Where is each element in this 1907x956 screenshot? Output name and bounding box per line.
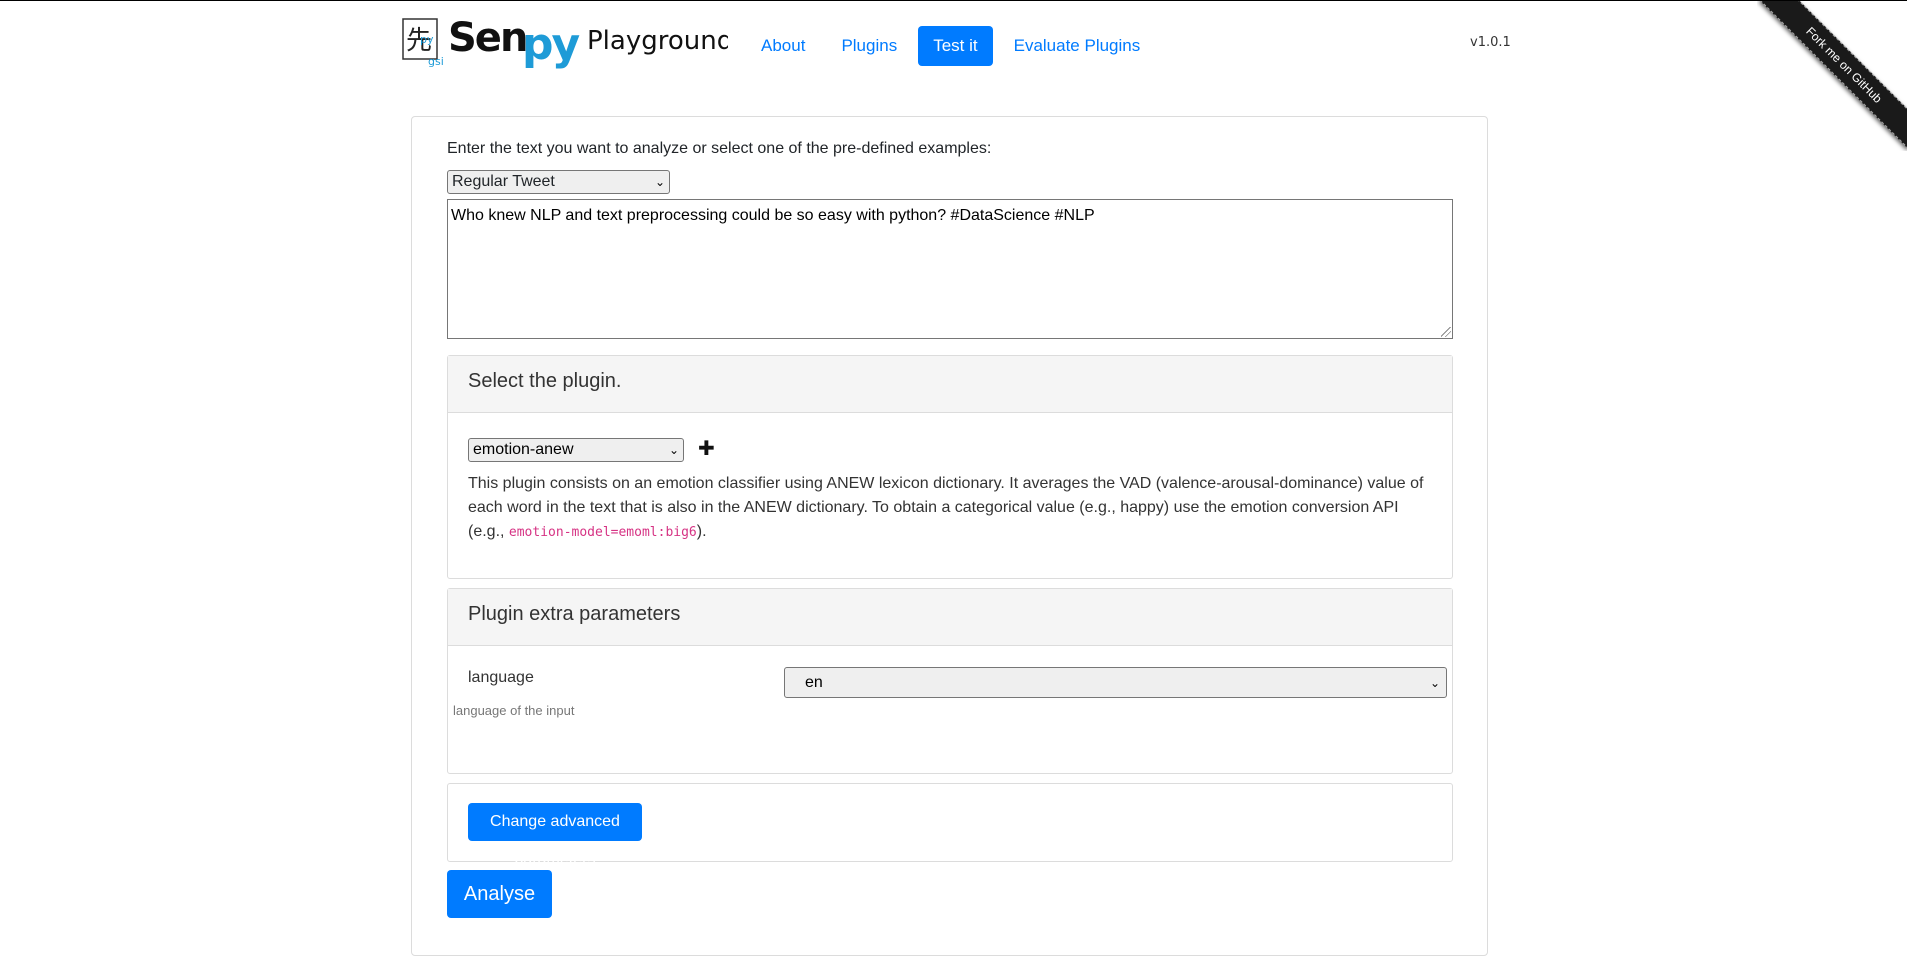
- nav-evaluate-plugins[interactable]: Evaluate Plugins: [999, 26, 1156, 66]
- plugin-panel: Select the plugin. emotion-anew ⌄ ✚ This…: [447, 355, 1453, 579]
- github-ribbon[interactable]: Fork me on GitHub: [1759, 1, 1907, 150]
- language-select[interactable]: en ⌄: [784, 667, 1447, 698]
- main-nav: About Plugins Test it Evaluate Plugins: [746, 26, 1155, 66]
- resize-grip-icon[interactable]: [1441, 327, 1451, 337]
- chevron-down-icon: ⌄: [1429, 675, 1440, 690]
- example-select[interactable]: Regular Tweet ⌄: [447, 170, 670, 194]
- plugin-description-code: emotion-model=emoml:big6: [508, 525, 697, 540]
- nav-test-it[interactable]: Test it: [918, 26, 993, 66]
- plugin-select-value: emotion-anew: [473, 441, 574, 458]
- senpy-logo[interactable]: 先 py gsi Sen py Playground: [402, 15, 733, 71]
- params-panel-heading: Plugin extra parameters: [448, 589, 1452, 646]
- plugin-description: This plugin consists on an emotion class…: [468, 472, 1438, 545]
- text-input-value: Who knew NLP and text preprocessing coul…: [451, 207, 1095, 224]
- logo-badge: gsi: [428, 55, 444, 68]
- nav-plugins[interactable]: Plugins: [826, 26, 912, 66]
- language-select-value: en: [805, 673, 823, 691]
- svg-text:Sen: Sen: [448, 15, 526, 61]
- svg-text:py: py: [522, 19, 579, 70]
- github-ribbon-wrap: Fork me on GitHub: [1757, 1, 1907, 151]
- example-select-value: Regular Tweet: [452, 173, 555, 190]
- analyse-button[interactable]: Analyse: [447, 870, 552, 918]
- advanced-panel: Change advanced parameters: [447, 783, 1453, 868]
- param-help-language: language of the input: [453, 703, 575, 718]
- advanced-parameters-button[interactable]: Change advanced parameters: [468, 803, 642, 868]
- params-panel: Plugin extra parameters language languag…: [447, 588, 1453, 774]
- svg-text:Playground: Playground: [587, 26, 728, 56]
- plugin-select[interactable]: emotion-anew ⌄: [468, 438, 684, 462]
- text-input[interactable]: Who knew NLP and text preprocessing coul…: [447, 199, 1453, 339]
- plugin-description-end: ).: [696, 523, 707, 540]
- chevron-down-icon: ⌄: [654, 175, 665, 189]
- param-name-language: language: [468, 669, 534, 686]
- nav-about[interactable]: About: [746, 26, 820, 66]
- intro-text: Enter the text you want to analyze or se…: [447, 140, 992, 157]
- chevron-down-icon: ⌄: [668, 443, 679, 457]
- plugin-panel-heading: Select the plugin.: [448, 356, 1452, 413]
- svg-text:py: py: [420, 33, 434, 46]
- version-label: v1.0.1: [1470, 35, 1511, 50]
- add-plugin-icon[interactable]: ✚: [698, 436, 715, 461]
